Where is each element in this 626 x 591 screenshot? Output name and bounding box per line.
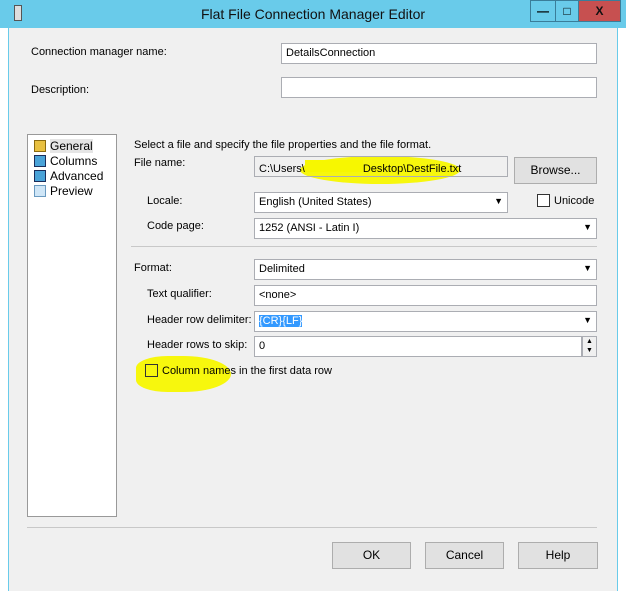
file-name-label: File name: [134, 157, 186, 169]
nav-advanced[interactable]: Advanced [34, 168, 103, 183]
file-name-input[interactable]: C:\Users\ Desktop\DestFile.txt [254, 156, 508, 177]
header-rows-to-skip-input[interactable]: 0 [254, 336, 582, 357]
header-row-delimiter-select[interactable]: {CR}{LF} ▼ [254, 311, 597, 332]
file-path-end: Desktop\DestFile.txt [362, 163, 462, 175]
nav-preview[interactable]: Preview [34, 183, 93, 198]
intro-text: Select a file and specify the file prope… [134, 139, 432, 151]
header-rows-to-skip-label: Header rows to skip: [147, 339, 248, 351]
general-icon [34, 139, 46, 152]
nav-label: Advanced [50, 168, 104, 183]
code-page-value: 1252 (ANSI - Latin I) [259, 222, 360, 234]
ok-button[interactable]: OK [332, 542, 411, 569]
description-label: Description: [31, 84, 90, 96]
text-qualifier-label: Text qualifier: [147, 288, 212, 300]
column-names-checkbox[interactable] [145, 364, 158, 377]
header-row-delimiter-label: Header row delimiter: [147, 314, 252, 326]
divider [131, 246, 597, 247]
chevron-down-icon: ▼ [583, 263, 592, 273]
nav-label: Columns [50, 153, 98, 168]
format-select[interactable]: Delimited ▼ [254, 259, 597, 280]
format-value: Delimited [259, 263, 305, 275]
advanced-icon [34, 169, 46, 182]
cancel-button[interactable]: Cancel [425, 542, 504, 569]
text-qualifier-input[interactable]: <none> [254, 285, 597, 306]
unicode-label: Unicode [554, 195, 595, 207]
nav-general[interactable]: General [34, 138, 93, 153]
maximize-button[interactable]: □ [555, 0, 579, 22]
spinner-buttons[interactable]: ▲ ▼ [582, 336, 597, 357]
nav-label: Preview [50, 183, 93, 198]
file-path-start: C:\Users\ [259, 163, 305, 175]
chevron-down-icon: ▼ [494, 196, 503, 206]
format-label: Format: [134, 262, 172, 274]
locale-select[interactable]: English (United States) ▼ [254, 192, 508, 213]
chevron-down-icon: ▼ [583, 315, 592, 325]
chevron-down-icon: ▼ [583, 222, 592, 232]
code-page-select[interactable]: 1252 (ANSI - Latin I) ▼ [254, 218, 597, 239]
nav-columns[interactable]: Columns [34, 153, 97, 168]
connection-name-label: Connection manager name: [31, 46, 167, 58]
connection-name-input[interactable]: DetailsConnection [281, 43, 597, 64]
unicode-checkbox[interactable] [537, 194, 550, 207]
help-button[interactable]: Help [518, 542, 598, 569]
footer-divider [27, 527, 597, 528]
nav-label: General [50, 138, 93, 153]
minimize-button[interactable]: — [530, 0, 556, 22]
page-list: General Columns Advanced Preview [27, 134, 117, 517]
description-input[interactable] [281, 77, 597, 98]
preview-icon [34, 184, 46, 197]
browse-button[interactable]: Browse... [514, 157, 597, 184]
columns-icon [34, 154, 46, 167]
locale-label: Locale: [147, 195, 183, 207]
locale-value: English (United States) [259, 196, 372, 208]
column-names-label: Column names in the first data row [162, 365, 332, 377]
code-page-label: Code page: [147, 220, 204, 232]
close-button[interactable]: X [578, 0, 621, 22]
header-row-delimiter-value: {CR}{LF} [259, 315, 303, 327]
